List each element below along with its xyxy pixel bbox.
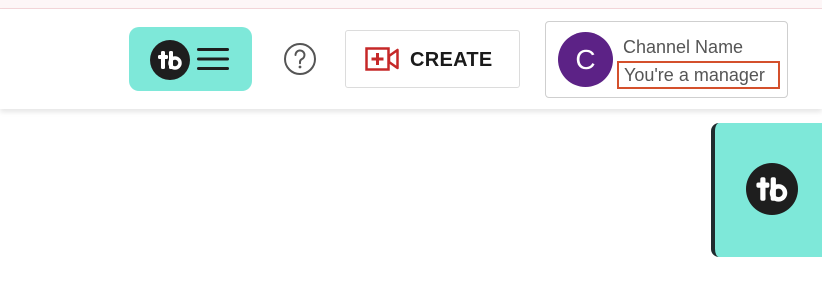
- tubebuddy-side-tab[interactable]: [711, 123, 822, 257]
- channel-role: You're a manager: [617, 61, 780, 89]
- create-label: CREATE: [410, 49, 493, 71]
- video-add-icon: [365, 47, 399, 71]
- tubebuddy-logo-icon: [746, 163, 798, 215]
- channel-switcher[interactable]: C Channel Name You're a manager: [545, 21, 788, 98]
- hamburger-menu-icon: [197, 48, 229, 70]
- channel-name: Channel Name: [623, 37, 744, 57]
- app-header: CREATE C Channel Name You're a manager: [0, 9, 822, 109]
- top-strip: [0, 0, 822, 9]
- help-icon[interactable]: [283, 42, 317, 76]
- create-button[interactable]: CREATE: [345, 30, 520, 88]
- tubebuddy-logo-icon: [150, 40, 190, 80]
- channel-avatar: C: [558, 32, 613, 87]
- tubebuddy-menu-button[interactable]: [129, 27, 252, 91]
